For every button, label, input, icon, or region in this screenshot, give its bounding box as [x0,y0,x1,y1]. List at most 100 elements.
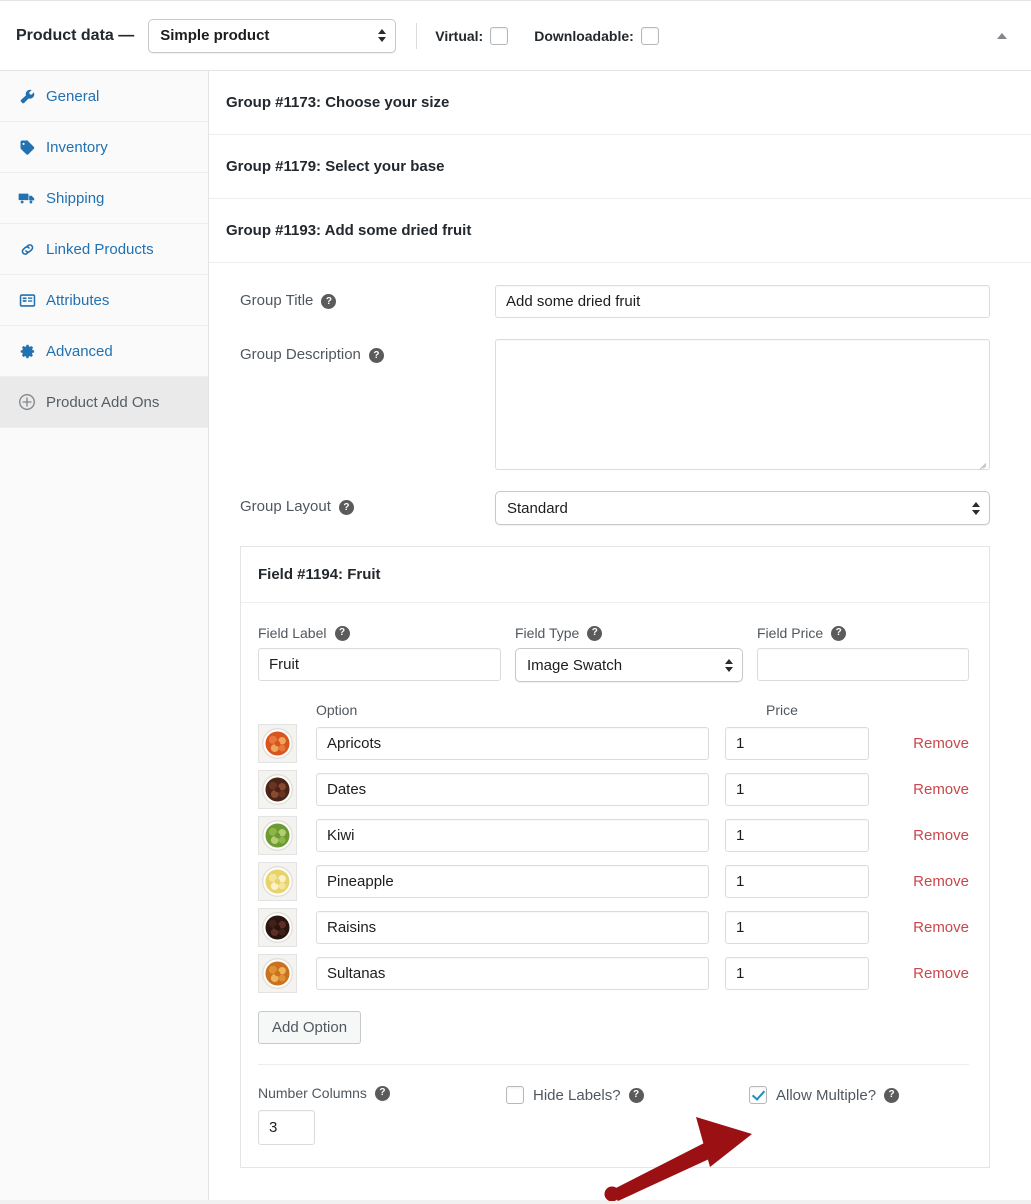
group-layout-select[interactable]: Standard [495,491,990,525]
group-title-input[interactable]: Add some dried fruit [495,285,990,318]
field-price-input[interactable] [757,648,969,681]
field-label-input[interactable]: Fruit [258,648,501,681]
option-name-value: Pineapple [327,873,394,890]
option-price-input[interactable]: 1 [725,865,869,898]
sidebar-item-shipping[interactable]: Shipping [0,173,208,224]
option-price-value: 1 [736,965,745,982]
option-name-value: Sultanas [327,965,386,982]
downloadable-checkbox[interactable] [640,26,659,45]
help-icon[interactable]: ? [338,500,354,515]
field-settings-row: Number Columns ? 3 Hide Labels? ? Allow … [258,1065,969,1167]
option-name-input[interactable]: Sultanas [316,957,709,990]
field-label-group: Field Label ? Fruit [258,625,501,682]
chevron-updown-icon [377,26,386,46]
help-icon[interactable]: ? [321,294,337,309]
allow-multiple-label: Allow Multiple? [776,1086,877,1104]
help-icon[interactable]: ? [884,1087,900,1103]
option-price-input[interactable]: 1 [725,773,869,806]
group-description-textarea[interactable] [495,339,990,470]
downloadable-checkbox-group[interactable]: Downloadable: [534,26,659,45]
remove-option-link[interactable]: Remove [885,873,969,890]
remove-option-link[interactable]: Remove [885,781,969,798]
hide-labels-checkbox-row[interactable]: Hide Labels? ? [506,1086,749,1104]
number-columns-group: Number Columns ? 3 [258,1085,506,1145]
product-data-header: Product data — Simple product Virtual: D… [0,1,1031,71]
field-label-caption: Field Label [258,625,327,641]
option-price-input[interactable]: 1 [725,819,869,852]
option-name-input[interactable]: Raisins [316,911,709,944]
option-name-input[interactable]: Kiwi [316,819,709,852]
help-icon[interactable]: ? [628,1087,644,1103]
field-type-caption-wrap: Field Type ? [515,625,743,641]
help-icon[interactable]: ? [374,1085,390,1101]
option-row: Sultanas 1 Remove [258,954,969,993]
sultanas-swatch[interactable] [258,954,297,993]
option-price-value: 1 [736,919,745,936]
sidebar-item-attributes[interactable]: Attributes [0,275,208,326]
field-type-select[interactable]: Image Swatch [515,648,743,682]
page-title: Product data — [16,26,135,44]
virtual-checkbox-group[interactable]: Virtual: [435,26,509,45]
option-price-input[interactable]: 1 [725,957,869,990]
number-columns-label: Number Columns [258,1085,367,1101]
field-attributes-row: Field Label ? Fruit Field Type ? Image S… [258,625,969,682]
options-table-body: Apricots 1 Remove Dates 1 Remove Kiwi 1 Remove Pi… [258,724,969,993]
group-title-value: Add some dried fruit [506,293,641,310]
option-price-value: 1 [736,735,745,752]
raisins-swatch[interactable] [258,908,297,947]
sidebar-item-label: Attributes [46,291,110,309]
option-name-value: Kiwi [327,827,355,844]
group-header-1193[interactable]: Group #1193: Add some dried fruit [209,199,1031,263]
field-type-group: Field Type ? Image Swatch [515,625,743,682]
chevron-updown-icon [724,655,733,675]
option-row: Apricots 1 Remove [258,724,969,763]
option-name-input[interactable]: Dates [316,773,709,806]
option-name-value: Apricots [327,735,382,752]
virtual-checkbox[interactable] [490,26,509,45]
sidebar-item-label: Product Add Ons [46,393,160,411]
option-price-input[interactable]: 1 [725,727,869,760]
remove-option-link[interactable]: Remove [885,827,969,844]
hide-labels-group: Hide Labels? ? [506,1085,749,1104]
sidebar-item-inventory[interactable]: Inventory [0,122,208,173]
sidebar-item-product-add-ons[interactable]: Product Add Ons [0,377,208,428]
group-description-label-wrap: Group Description ? [240,339,495,470]
allow-multiple-checkbox[interactable] [749,1086,767,1104]
options-table-header: Option Price [258,702,969,718]
apricots-swatch[interactable] [258,724,297,763]
help-icon[interactable]: ? [831,625,847,641]
pineapple-swatch[interactable] [258,862,297,901]
sidebar-item-linked-products[interactable]: Linked Products [0,224,208,275]
kiwi-swatch[interactable] [258,816,297,855]
help-icon[interactable]: ? [587,625,603,641]
field-header[interactable]: Field #1194: Fruit [241,547,989,603]
add-option-button[interactable]: Add Option [258,1011,362,1044]
dates-swatch[interactable] [258,770,297,809]
sidebar-item-general[interactable]: General [0,71,208,122]
collapse-panel-toggle[interactable] [995,29,1009,43]
sidebar-item-advanced[interactable]: Advanced [0,326,208,377]
group-description-label: Group Description [240,346,361,363]
option-name-input[interactable]: Apricots [316,727,709,760]
allow-multiple-checkbox-row[interactable]: Allow Multiple? ? [749,1086,969,1104]
group-header-1179[interactable]: Group #1179: Select your base [209,135,1031,199]
remove-option-link[interactable]: Remove [885,735,969,752]
hide-labels-checkbox[interactable] [506,1086,524,1104]
field-type-value: Image Swatch [527,656,623,674]
number-columns-input[interactable]: 3 [258,1110,315,1145]
option-column-header: Option [316,702,358,718]
group-header-1173[interactable]: Group #1173: Choose your size [209,71,1031,135]
remove-option-link[interactable]: Remove [885,965,969,982]
remove-option-link[interactable]: Remove [885,919,969,936]
help-icon[interactable]: ? [334,625,350,641]
group-title-row: Group Title ? Add some dried fruit [240,285,990,318]
option-price-input[interactable]: 1 [725,911,869,944]
help-icon[interactable]: ? [368,348,384,363]
product-type-select[interactable]: Simple product [148,18,397,53]
option-name-input[interactable]: Pineapple [316,865,709,898]
divider [416,22,418,49]
resize-handle-icon[interactable] [975,455,987,467]
field-label-value: Fruit [269,656,299,673]
chevron-updown-icon [971,498,980,518]
field-label-caption-wrap: Field Label ? [258,625,501,641]
